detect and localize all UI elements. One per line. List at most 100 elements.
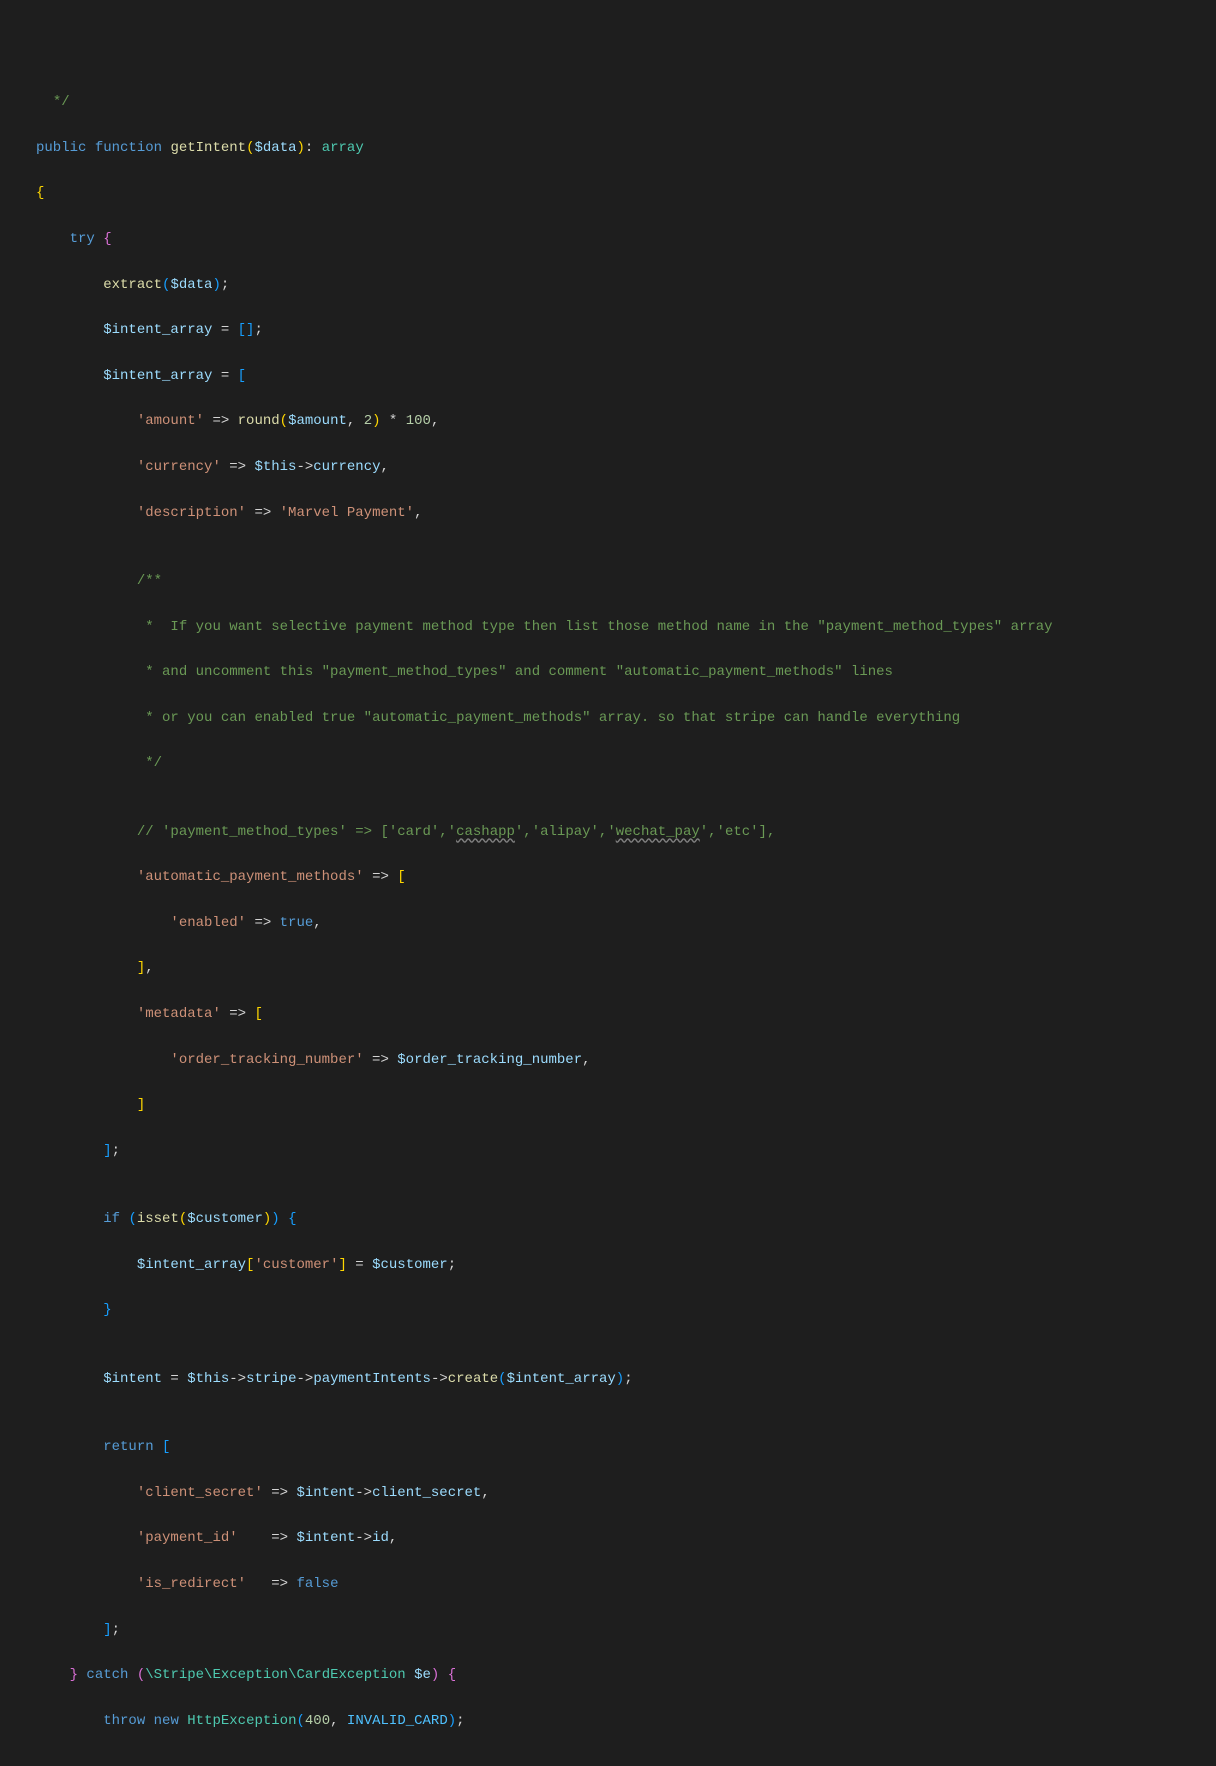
bracket: [ [254, 1006, 262, 1022]
variable: $customer [187, 1211, 263, 1227]
number-token: 100 [406, 413, 431, 429]
code-line: // 'payment_method_types' => ['card','ca… [36, 821, 1216, 844]
constant: INVALID_CARD [347, 1713, 448, 1729]
string-token: 'Marvel Payment' [280, 505, 414, 521]
variable: $e [414, 1667, 431, 1683]
code-line: 'metadata' => [ [36, 1003, 1216, 1026]
variable: $intent [296, 1485, 355, 1501]
variable: $customer [372, 1257, 448, 1273]
string-token: 'customer' [254, 1257, 338, 1273]
doccomment: * If you want selective payment method t… [137, 619, 1053, 635]
string-token: 'amount' [137, 413, 204, 429]
string-token: 'currency' [137, 459, 221, 475]
namespace: \Stripe\Exception\ [145, 1667, 296, 1683]
paren: ) [212, 277, 220, 293]
code-line: */ [36, 752, 1216, 775]
code-line: $intent_array = [ [36, 365, 1216, 388]
code-line: */ [36, 91, 1216, 114]
string-token: 'payment_id' [137, 1530, 238, 1546]
class-name: CardException [296, 1667, 405, 1683]
keyword-token: catch [86, 1667, 128, 1683]
variable: $this [254, 459, 296, 475]
code-line: * If you want selective payment method t… [36, 616, 1216, 639]
paren: ( [137, 1667, 145, 1683]
variable: $amount [288, 413, 347, 429]
variable: $data [170, 277, 212, 293]
keyword-token: function [95, 140, 162, 156]
code-line: 'is_redirect' => false [36, 1573, 1216, 1596]
variable: $intent_array [507, 1371, 616, 1387]
code-line: ]; [36, 1619, 1216, 1642]
variable: $this [187, 1371, 229, 1387]
string-token: 'description' [137, 505, 246, 521]
paren: ) [616, 1371, 624, 1387]
code-line: * and uncomment this "payment_method_typ… [36, 661, 1216, 684]
brace: { [288, 1211, 296, 1227]
brace: { [36, 185, 44, 201]
spellcheck-squiggle: cashapp [456, 824, 515, 840]
brace: } [70, 1667, 78, 1683]
bracket: ] [137, 1097, 145, 1113]
code-line: 'enabled' => true, [36, 912, 1216, 935]
code-line: 'payment_id' => $intent->id, [36, 1527, 1216, 1550]
code-line: return [ [36, 1436, 1216, 1459]
code-line: $intent = $this->stripe->paymentIntents-… [36, 1368, 1216, 1391]
code-line: ]; [36, 1140, 1216, 1163]
bool-token: false [296, 1576, 338, 1592]
code-line: 'currency' => $this->currency, [36, 456, 1216, 479]
paren: ) [431, 1667, 439, 1683]
variable: $intent_array [137, 1257, 246, 1273]
function-call: round [238, 413, 280, 429]
code-line: extract($data); [36, 274, 1216, 297]
doccomment: /** [137, 573, 162, 589]
variable: $intent [103, 1371, 162, 1387]
property: paymentIntents [313, 1371, 431, 1387]
brace: { [448, 1667, 456, 1683]
paren: ) [263, 1211, 271, 1227]
function-call: isset [137, 1211, 179, 1227]
keyword-token: try [70, 231, 95, 247]
code-line: ] [36, 1094, 1216, 1117]
paren: ( [280, 413, 288, 429]
comment-token: */ [53, 94, 70, 110]
code-line: public function getIntent($data): array [36, 137, 1216, 160]
variable: $data [254, 140, 296, 156]
code-line: } [36, 1299, 1216, 1322]
function-name: getIntent [170, 140, 246, 156]
code-line: ], [36, 957, 1216, 980]
bracket: ] [103, 1143, 111, 1159]
keyword-token: throw [103, 1713, 145, 1729]
string-token: 'enabled' [170, 915, 246, 931]
variable: $intent [296, 1530, 355, 1546]
variable: $intent_array [103, 368, 212, 384]
variable: $order_tracking_number [397, 1052, 582, 1068]
code-line: if (isset($customer)) { [36, 1208, 1216, 1231]
bracket: [] [238, 322, 255, 338]
paren: ( [498, 1371, 506, 1387]
variable: $intent_array [103, 322, 212, 338]
bracket: ] [338, 1257, 346, 1273]
bool-token: true [280, 915, 314, 931]
string-token: 'order_tracking_number' [170, 1052, 363, 1068]
doccomment: */ [137, 755, 162, 771]
type-token: array [322, 140, 364, 156]
code-line: 'amount' => round($amount, 2) * 100, [36, 410, 1216, 433]
code-line: $intent_array = []; [36, 319, 1216, 342]
brace: } [103, 1302, 111, 1318]
string-token: 'is_redirect' [137, 1576, 246, 1592]
code-line: try { [36, 228, 1216, 251]
property: id [372, 1530, 389, 1546]
code-editor[interactable]: */ public function getIntent($data): arr… [0, 91, 1216, 1732]
bracket: [ [238, 368, 246, 384]
paren: ) [372, 413, 380, 429]
paren: ) [448, 1713, 456, 1729]
keyword-token: new [154, 1713, 179, 1729]
paren: ( [128, 1211, 136, 1227]
code-line: { [36, 182, 1216, 205]
class-name: HttpException [187, 1713, 296, 1729]
property: stripe [246, 1371, 296, 1387]
string-token: 'metadata' [137, 1006, 221, 1022]
number-token: 400 [305, 1713, 330, 1729]
code-line: 'client_secret' => $intent->client_secre… [36, 1482, 1216, 1505]
brace: { [103, 231, 111, 247]
